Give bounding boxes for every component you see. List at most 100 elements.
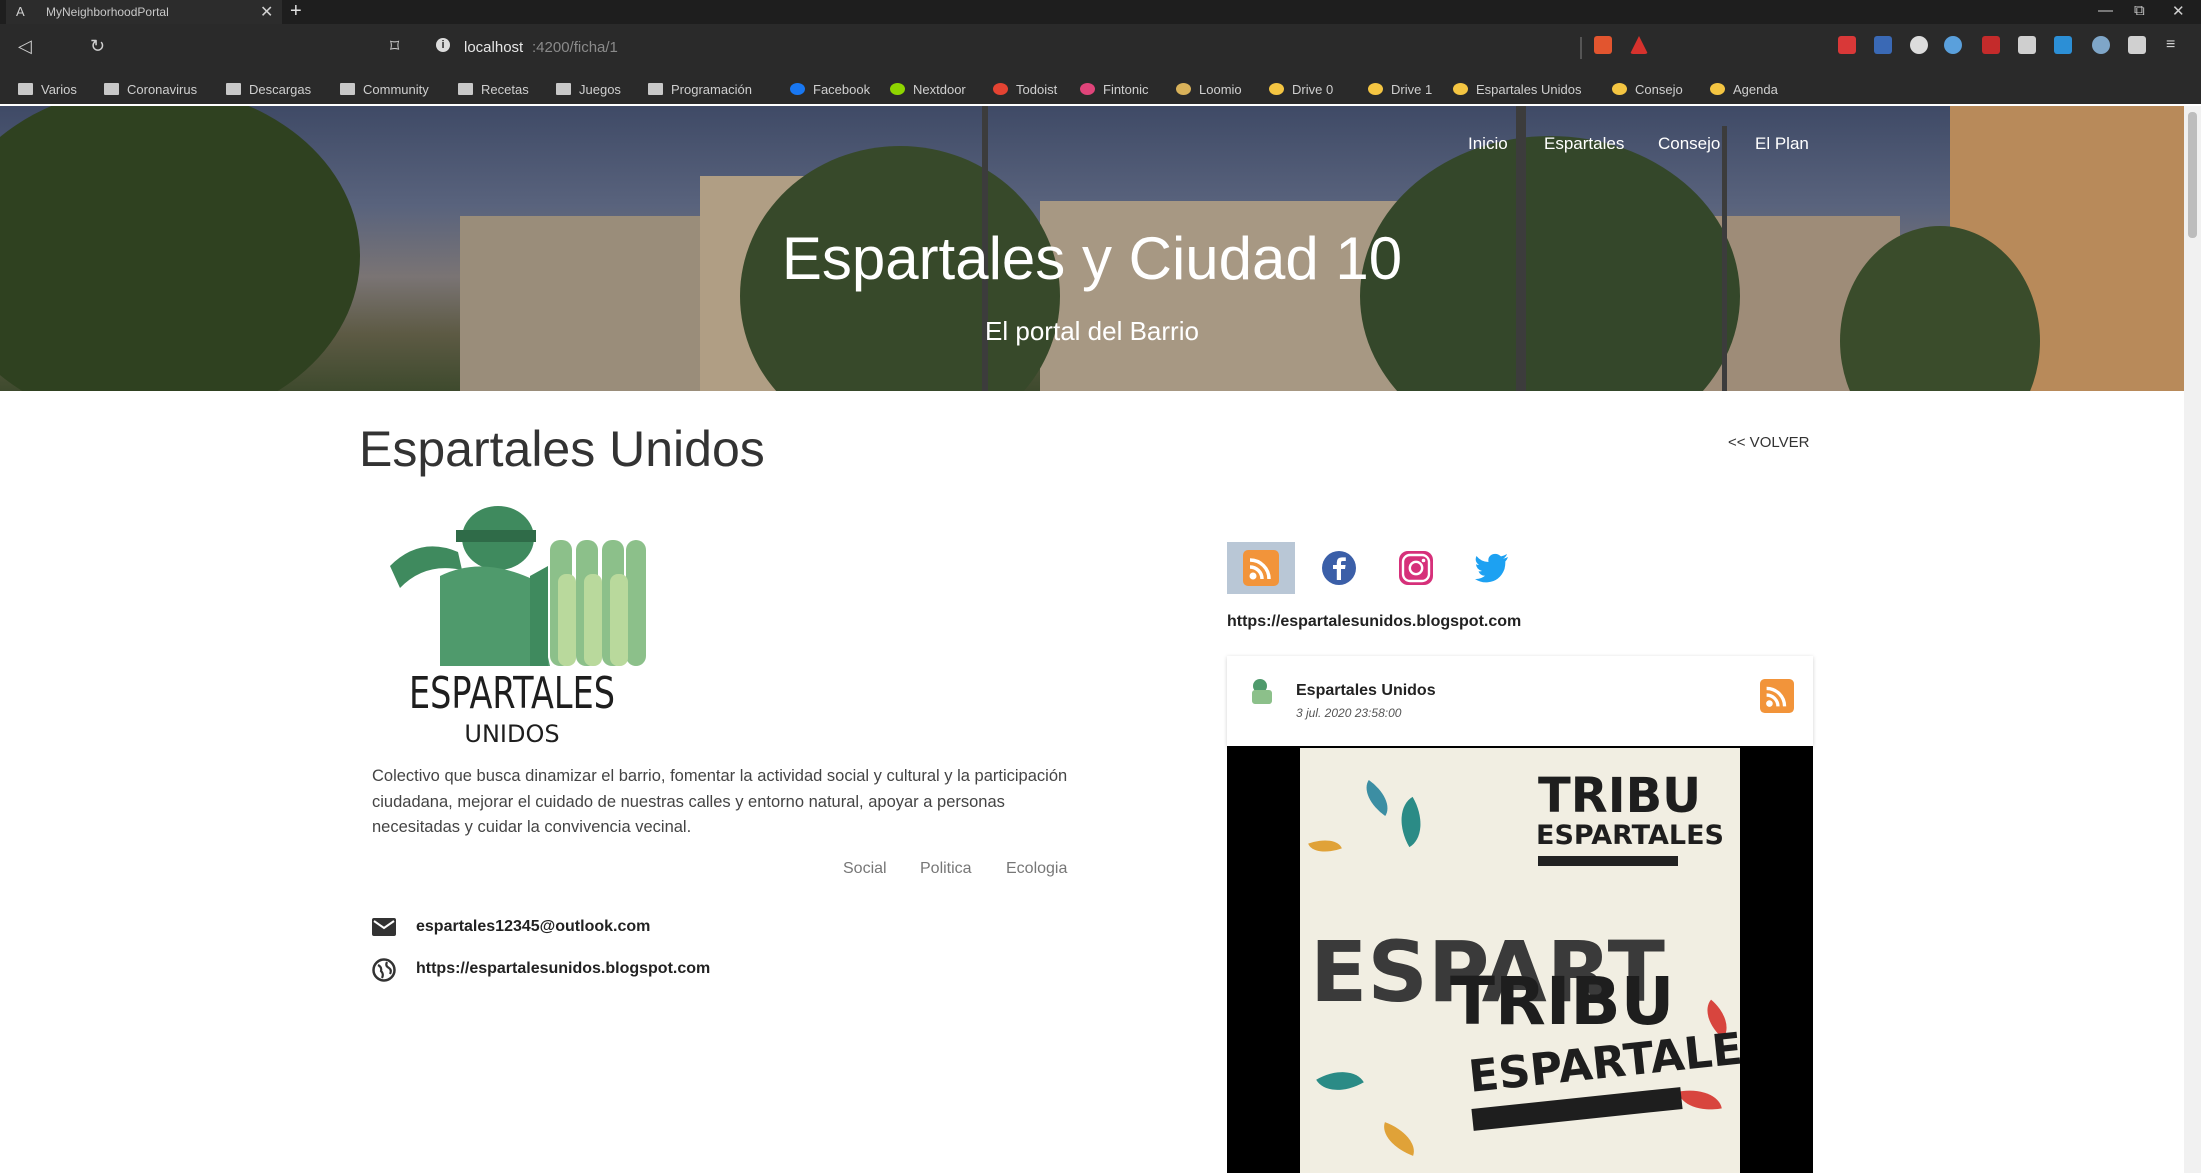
extension-globe-icon[interactable] [2092,36,2110,54]
page-scrollbar-thumb[interactable] [2188,112,2197,238]
contact-email[interactable]: espartales12345@outlook.com [416,918,650,936]
bookmark-item[interactable]: Espartales Unidos [1453,79,1582,99]
bookmark-label: Varios [41,81,77,97]
brave-shield-icon[interactable] [1594,36,1612,54]
tab-close-icon[interactable]: ✕ [260,2,273,22]
bookmark-label: Fintonic [1103,81,1149,97]
site-info-icon[interactable]: i [436,38,450,52]
url-host: localhost [464,39,524,56]
bookmark-label: Community [363,81,429,97]
nextdoor-icon [890,83,905,95]
bookmark-item[interactable]: Programación [648,79,752,99]
page-scrollbar[interactable] [2184,106,2201,1173]
tag-politica[interactable]: Politica [920,860,972,878]
loomio-icon [1176,83,1191,95]
bookmark-label: Drive 0 [1292,81,1334,97]
folder-icon [104,83,119,95]
extension-compass-icon[interactable] [1944,36,1962,54]
bookmark-item[interactable]: Drive 1 [1368,79,1432,99]
site-title: Espartales y Ciudad 10 [781,225,1403,292]
bookmark-item[interactable]: Facebook [790,79,870,99]
twitter-tab[interactable] [1458,542,1526,594]
bookmark-item[interactable]: Varios [18,79,77,99]
nav-link-inicio[interactable]: Inicio [1468,134,1508,154]
poster-subtitle-top: ESPARTALES [1536,820,1724,851]
tag-ecologia[interactable]: Ecologia [1006,860,1067,878]
reload-icon[interactable]: ↻ [90,36,105,57]
tab-favicon-icon: A [16,4,25,19]
facebook-icon [1322,551,1356,585]
organization-logo: ESPARTALES UNIDOS [380,496,650,748]
bookmark-label: Consejo [1635,81,1683,97]
bookmark-item[interactable]: Community [340,79,429,99]
bookmark-label: Coronavirus [127,81,198,97]
feed-post-date: 3 jul. 2020 23:58:00 [1296,706,1402,720]
new-tab-button[interactable]: + [290,0,302,23]
restore-window-button[interactable]: ⧉ [2134,2,2145,19]
contact-website[interactable]: https://espartalesunidos.blogspot.com [416,960,710,978]
rss-icon[interactable] [1760,679,1794,713]
extension-mail-icon[interactable] [1838,36,1856,54]
drive-icon [1368,83,1383,95]
bookmark-label: Loomio [1199,81,1242,97]
bookmark-item[interactable]: Loomio [1176,79,1242,99]
folder-icon [226,83,241,95]
bookmark-label: Espartales Unidos [1476,81,1582,97]
leaf-shape [1388,796,1434,848]
back-icon[interactable]: ◁ [18,36,32,57]
bookmark-item[interactable]: Recetas [458,79,529,99]
extensions-puzzle-icon[interactable] [2128,36,2146,54]
bookmark-page-icon[interactable]: ⌑ [390,36,399,57]
feed-post-header [1227,656,1813,746]
bookmark-label: Agenda [1733,81,1778,97]
bookmark-label: Drive 1 [1391,81,1433,97]
nav-link-consejo[interactable]: Consejo [1658,134,1720,154]
extension-wikipedia-icon[interactable] [1910,36,1928,54]
drive-icon [1612,83,1627,95]
instagram-tab[interactable] [1382,542,1450,594]
page-title: Espartales Unidos [359,421,765,477]
todoist-icon [993,83,1008,95]
site-subtitle: El portal del Barrio [985,316,1199,346]
facebook-tab[interactable] [1305,542,1373,594]
tab-title: MyNeighborhoodPortal [46,5,169,19]
extension-translate-icon[interactable] [1874,36,1892,54]
bookmark-item[interactable]: Nextdoor [890,79,966,99]
poster-title-main: TRIBU [1450,963,1675,1040]
close-window-button[interactable]: ✕ [2172,2,2185,20]
poster-title-top: TRIBU [1538,768,1702,824]
nav-link-el-plan[interactable]: El Plan [1755,134,1809,154]
bookmark-item[interactable]: Drive 0 [1269,79,1333,99]
feed-source-url[interactable]: https://espartalesunidos.blogspot.com [1227,613,1521,631]
nav-link-espartales[interactable]: Espartales [1544,134,1624,154]
bookmark-item[interactable]: Agenda [1710,79,1778,99]
bookmark-item[interactable]: Coronavirus [104,79,197,99]
back-link[interactable]: << VOLVER [1728,434,1809,451]
browser-tab[interactable]: A MyNeighborhoodPortal ✕ [6,0,282,24]
extension-layers-icon[interactable] [2018,36,2036,54]
rss-tab[interactable] [1227,542,1295,594]
twitter-icon [1475,553,1508,583]
bookmark-item[interactable]: Fintonic [1080,79,1149,99]
bookmark-item[interactable]: Consejo [1612,79,1683,99]
bookmark-item[interactable]: Todoist [993,79,1057,99]
bookmark-item[interactable]: Juegos [556,79,621,99]
folder-icon [340,83,355,95]
folder-icon [648,83,663,95]
tag-social[interactable]: Social [843,860,887,878]
address-divider [1580,37,1582,59]
bookmark-item[interactable]: Descargas [226,79,311,99]
browser-menu-icon[interactable]: ≡ [2166,36,2175,54]
feed-author-name[interactable]: Espartales Unidos [1296,682,1436,700]
url-path: :4200/ficha/1 [532,39,618,56]
extension-ublock-icon[interactable] [1982,36,2000,54]
bookmark-label: Nextdoor [913,81,966,97]
facebook-icon [790,83,805,95]
feed-post-image[interactable]: TRIBU ESPARTALES ESPART TRIBU ESPARTALES [1300,748,1740,1173]
folder-icon [458,83,473,95]
folder-icon [18,83,33,95]
minimize-window-button[interactable]: — [2098,2,2113,19]
leaf-shape [1316,1059,1364,1103]
extension-window-icon[interactable] [2054,36,2072,54]
bookmark-label: Descargas [249,81,312,97]
